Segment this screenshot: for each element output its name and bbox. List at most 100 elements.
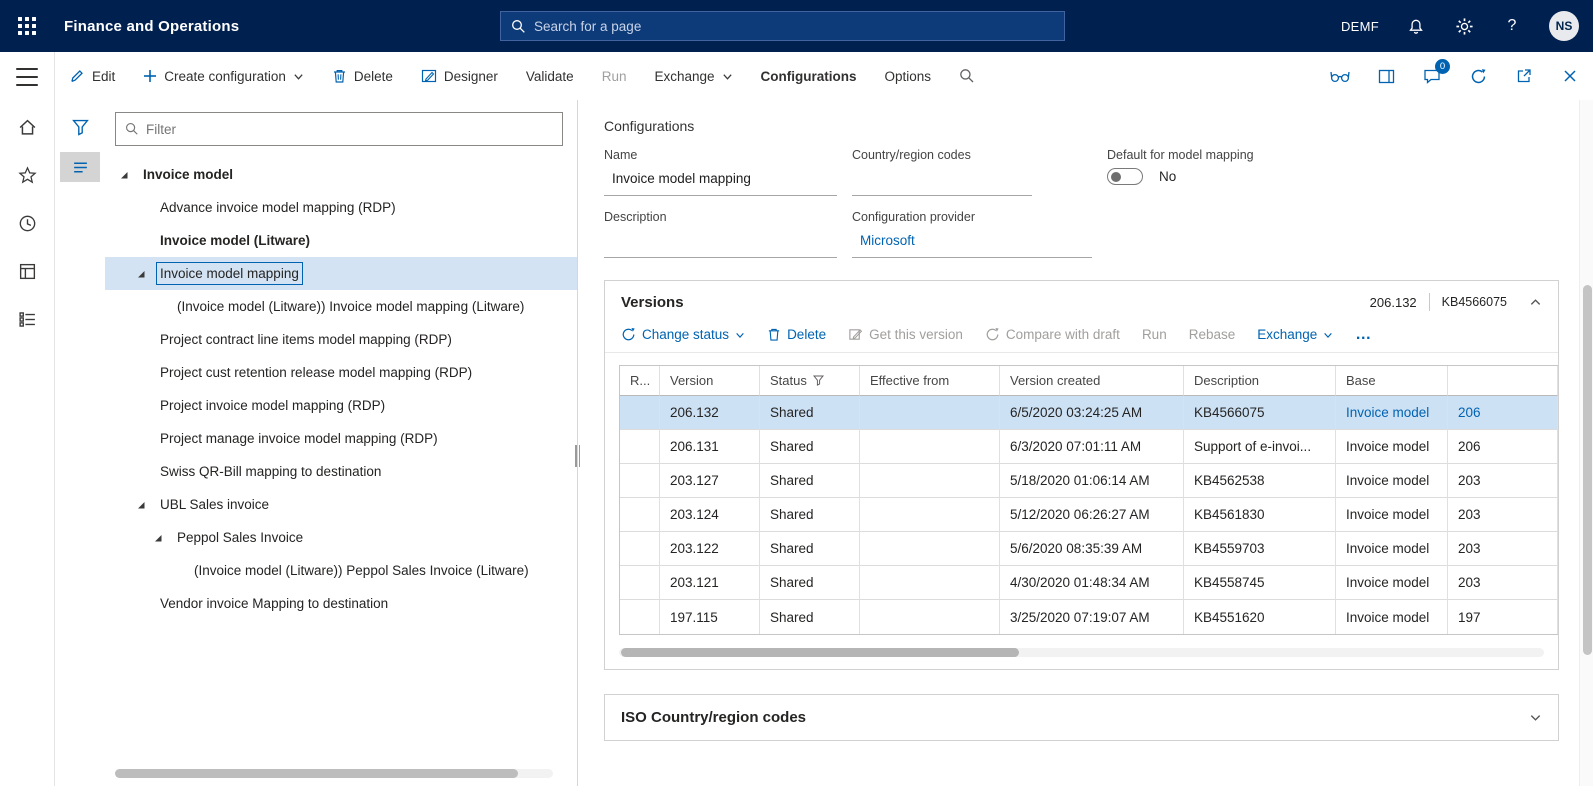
base-cell[interactable]: Invoice model [1336,464,1448,498]
iso-card-header[interactable]: ISO Country/region codes [605,695,1558,740]
messages-button[interactable]: 0 [1421,65,1443,87]
nav-workspaces-button[interactable] [16,260,38,282]
col-effective-from[interactable]: Effective from [860,366,1000,396]
tree-filter-box[interactable] [115,112,563,146]
options-tab[interactable]: Options [885,69,932,84]
tree-item[interactable]: (Invoice model (Litware)) Peppol Sales I… [105,554,577,587]
scrollbar-thumb[interactable] [1583,285,1592,655]
base-cell[interactable]: Invoice model [1336,430,1448,464]
run-button[interactable]: Run [602,69,627,84]
tree-filter-button[interactable] [60,112,100,142]
splitter-handle[interactable] [574,445,581,467]
col-version-created[interactable]: Version created [1000,366,1184,396]
edit-button[interactable]: Edit [69,68,115,84]
exchange-menu-button[interactable]: Exchange [654,69,732,84]
settings-button[interactable] [1453,15,1475,37]
version-row[interactable]: 203.127Shared5/18/2020 01:06:14 AMKB4562… [620,464,1558,498]
tree-item[interactable]: Project manage invoice model mapping (RD… [105,422,577,455]
selected-version-kb: KB4566075 [1442,295,1507,309]
version-row[interactable]: 203.122Shared5/6/2020 08:35:39 AMKB45597… [620,532,1558,566]
col-version[interactable]: Version [660,366,760,396]
configuration-tree-panel: Invoice modelAdvance invoice model mappi… [55,100,578,786]
nav-recent-button[interactable] [16,212,38,234]
version-row[interactable]: 203.121Shared4/30/2020 01:48:34 AMKB4558… [620,566,1558,600]
nav-home-button[interactable] [16,116,38,138]
close-page-button[interactable] [1559,65,1581,87]
app-launcher-button[interactable] [0,0,54,52]
configurations-tab[interactable]: Configurations [761,69,857,84]
version-row[interactable]: 206.131Shared6/3/2020 07:01:11 AMSupport… [620,430,1558,464]
col-row-selector[interactable]: R... [620,366,660,396]
tree-item[interactable]: UBL Sales invoice [105,488,577,521]
change-status-button[interactable]: Change status [621,327,745,342]
accessibility-checker-button[interactable] [1329,65,1351,87]
task-panel-button[interactable] [1375,65,1397,87]
tree-item[interactable]: Vendor invoice Mapping to destination [105,587,577,620]
expanded-triangle-icon[interactable] [119,170,143,180]
create-configuration-button[interactable]: Create configuration [143,69,304,84]
expanded-triangle-icon[interactable] [136,269,160,279]
col-status[interactable]: Status [760,366,860,396]
tree-item[interactable]: Invoice model (Litware) [105,224,577,257]
nav-favorites-button[interactable] [16,164,38,186]
tree-item[interactable]: (Invoice model (Litware)) Invoice model … [105,290,577,323]
tree-item[interactable]: Invoice model [105,158,577,191]
page-search-input[interactable] [534,19,1054,34]
help-button[interactable]: ? [1501,15,1523,37]
company-picker[interactable]: DEMF [1341,19,1379,34]
version-run-button[interactable]: Run [1142,327,1167,342]
base-cell[interactable]: Invoice model [1336,396,1448,430]
base-cell[interactable]: Invoice model [1336,566,1448,600]
actionbar-search-button[interactable] [959,68,975,84]
compare-with-draft-button[interactable]: Compare with draft [985,327,1120,342]
tree-item[interactable]: Swiss QR-Bill mapping to destination [105,455,577,488]
tree-item[interactable]: Project contract line items model mappin… [105,323,577,356]
version-exchange-button[interactable]: Exchange [1257,327,1333,342]
page-search-box[interactable] [500,11,1065,41]
base-cell[interactable]: Invoice model [1336,532,1448,566]
scrollbar-thumb[interactable] [115,769,518,778]
description-value[interactable] [604,230,837,258]
name-value[interactable]: Invoice model mapping [604,168,837,196]
version-row[interactable]: 197.115Shared3/25/2020 07:19:07 AMKB4551… [620,600,1558,634]
version-delete-button[interactable]: Delete [767,327,826,342]
get-this-version-button[interactable]: Get this version [848,327,963,342]
version-row[interactable]: 206.132Shared6/5/2020 03:24:25 AMKB45660… [620,396,1558,430]
tree-filter-input[interactable] [146,122,553,137]
versions-collapse-button[interactable] [1529,296,1542,309]
default-mapping-toggle[interactable] [1107,168,1143,185]
iso-expand-button[interactable] [1529,711,1542,724]
base-cell[interactable]: Invoice model [1336,600,1448,634]
delete-button[interactable]: Delete [332,68,393,84]
country-codes-value[interactable] [852,168,1032,196]
base-cell[interactable]: Invoice model [1336,498,1448,532]
tree-item[interactable]: Advance invoice model mapping (RDP) [105,191,577,224]
refresh-button[interactable] [1467,65,1489,87]
tree-view-toggle-button[interactable] [60,152,100,182]
nav-modules-button[interactable] [16,308,38,330]
col-description[interactable]: Description [1184,366,1336,396]
user-avatar[interactable]: NS [1549,11,1579,41]
tree-item[interactable]: Peppol Sales Invoice [105,521,577,554]
notifications-button[interactable] [1405,15,1427,37]
provider-value-link[interactable]: Microsoft [852,230,1092,258]
nav-expand-button[interactable] [16,68,38,86]
open-in-new-window-button[interactable] [1513,65,1535,87]
tree-item[interactable]: Project invoice model mapping (RDP) [105,389,577,422]
validate-button[interactable]: Validate [526,69,574,84]
tree-item[interactable]: Invoice model mapping [105,257,577,290]
tree-item[interactable]: Project cust retention release model map… [105,356,577,389]
col-base[interactable]: Base [1336,366,1448,396]
designer-button[interactable]: Designer [421,68,498,84]
expanded-triangle-icon[interactable] [153,533,177,543]
tree-horizontal-scrollbar[interactable] [115,769,553,778]
versions-horizontal-scrollbar[interactable] [619,648,1544,657]
page-vertical-scrollbar[interactable] [1579,100,1593,786]
expanded-triangle-icon[interactable] [136,500,160,510]
version-row[interactable]: 203.124Shared5/12/2020 06:26:27 AMKB4561… [620,498,1558,532]
scrollbar-thumb[interactable] [621,648,1019,657]
more-options-button[interactable]: … [1355,330,1372,340]
description-label: Description [604,210,837,224]
col-base-version[interactable] [1448,366,1558,396]
rebase-button[interactable]: Rebase [1189,327,1236,342]
